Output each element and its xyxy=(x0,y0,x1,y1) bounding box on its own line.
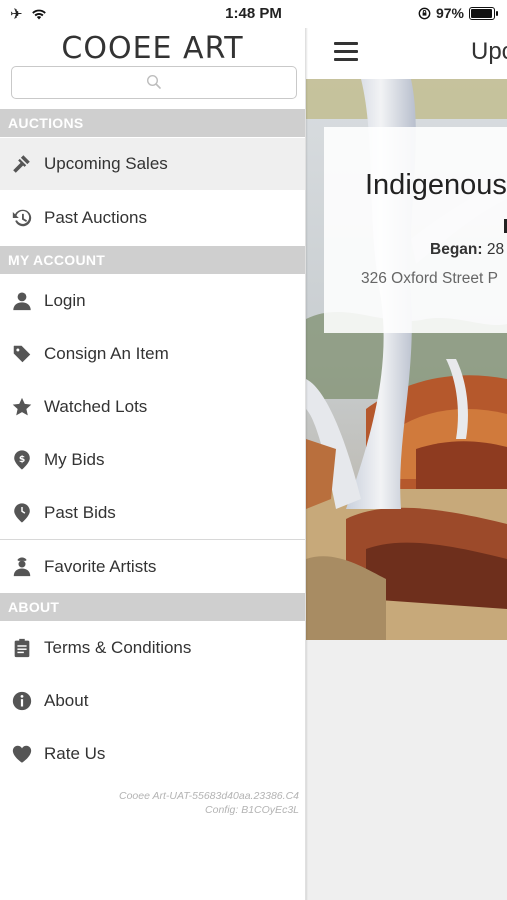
menu-item-about[interactable]: About xyxy=(0,675,305,727)
status-right: 97% xyxy=(418,5,498,21)
info-icon xyxy=(12,691,32,711)
menu-item-upcoming-sales[interactable]: Upcoming Sales xyxy=(0,138,305,190)
config-info: Config: B1COyEc3L xyxy=(205,804,299,816)
drawer-shadow xyxy=(305,28,308,900)
artist-icon xyxy=(13,557,31,577)
menu-item-favorite-artists[interactable]: Favorite Artists xyxy=(0,541,305,593)
build-info: Cooee Art-UAT-55683d40aa.23386.C4 xyxy=(119,790,299,802)
history-icon xyxy=(12,209,32,227)
content-background xyxy=(306,640,507,900)
clock-pin-icon xyxy=(14,503,30,523)
menu-item-label: Past Auctions xyxy=(44,208,148,227)
auction-address: 326 Oxford Street P xyxy=(361,270,498,287)
battery-icon xyxy=(469,6,498,20)
section-header-about: ABOUT xyxy=(0,593,305,621)
app-logo: COOEE ART xyxy=(61,31,244,66)
auction-began: Began: 28 xyxy=(430,241,504,259)
nav-title: Upc xyxy=(471,38,507,65)
menu-item-label: Past Bids xyxy=(44,503,116,522)
menu-item-label: Upcoming Sales xyxy=(44,154,168,173)
star-icon xyxy=(12,397,32,416)
menu-item-consign[interactable]: Consign An Item xyxy=(0,328,305,380)
svg-text:$: $ xyxy=(19,454,25,465)
menu-icon[interactable] xyxy=(334,42,358,62)
auction-info-card[interactable]: Indigenous Began: 28 326 Oxford Street P xyxy=(324,127,507,333)
menu-item-past-auctions[interactable]: Past Auctions xyxy=(0,192,305,244)
auction-title: Indigenous xyxy=(365,169,507,201)
began-label: Began: xyxy=(430,241,483,258)
search-input[interactable] xyxy=(11,66,297,99)
began-value: 28 xyxy=(486,241,505,258)
menu-item-rate-us[interactable]: Rate Us xyxy=(0,728,305,780)
menu-item-watched-lots[interactable]: Watched Lots xyxy=(0,381,305,433)
heart-icon xyxy=(12,745,32,763)
side-drawer: COOEE ART AUCTIONS Upcoming Sales Past A… xyxy=(0,28,305,900)
menu-item-past-bids[interactable]: Past Bids xyxy=(0,487,305,539)
menu-item-terms[interactable]: Terms & Conditions xyxy=(0,622,305,674)
status-bar: ✈ 1:48 PM 97% xyxy=(0,0,507,28)
clipboard-icon xyxy=(14,638,30,658)
menu-item-my-bids[interactable]: $ My Bids xyxy=(0,434,305,486)
section-header-my-account: MY ACCOUNT xyxy=(0,246,305,274)
menu-item-label: Favorite Artists xyxy=(44,557,157,576)
gavel-icon xyxy=(13,155,30,173)
menu-item-label: About xyxy=(44,691,89,710)
user-icon xyxy=(13,292,31,311)
menu-item-label: Rate Us xyxy=(44,744,106,763)
menu-item-label: Watched Lots xyxy=(44,397,148,416)
menu-item-label: Terms & Conditions xyxy=(44,638,192,657)
menu-item-label: Consign An Item xyxy=(44,344,169,363)
battery-percent: 97% xyxy=(435,5,464,21)
menu-item-label: Login xyxy=(44,291,86,310)
tag-icon xyxy=(13,345,31,363)
menu-divider xyxy=(0,539,305,540)
menu-item-label: My Bids xyxy=(44,450,105,469)
menu-item-login[interactable]: Login xyxy=(0,275,305,327)
section-header-auctions: AUCTIONS xyxy=(0,109,305,137)
dollar-pin-icon: $ xyxy=(14,450,30,470)
battery-fill xyxy=(471,8,493,18)
search-icon xyxy=(146,74,161,89)
orientation-lock-icon xyxy=(418,7,431,19)
